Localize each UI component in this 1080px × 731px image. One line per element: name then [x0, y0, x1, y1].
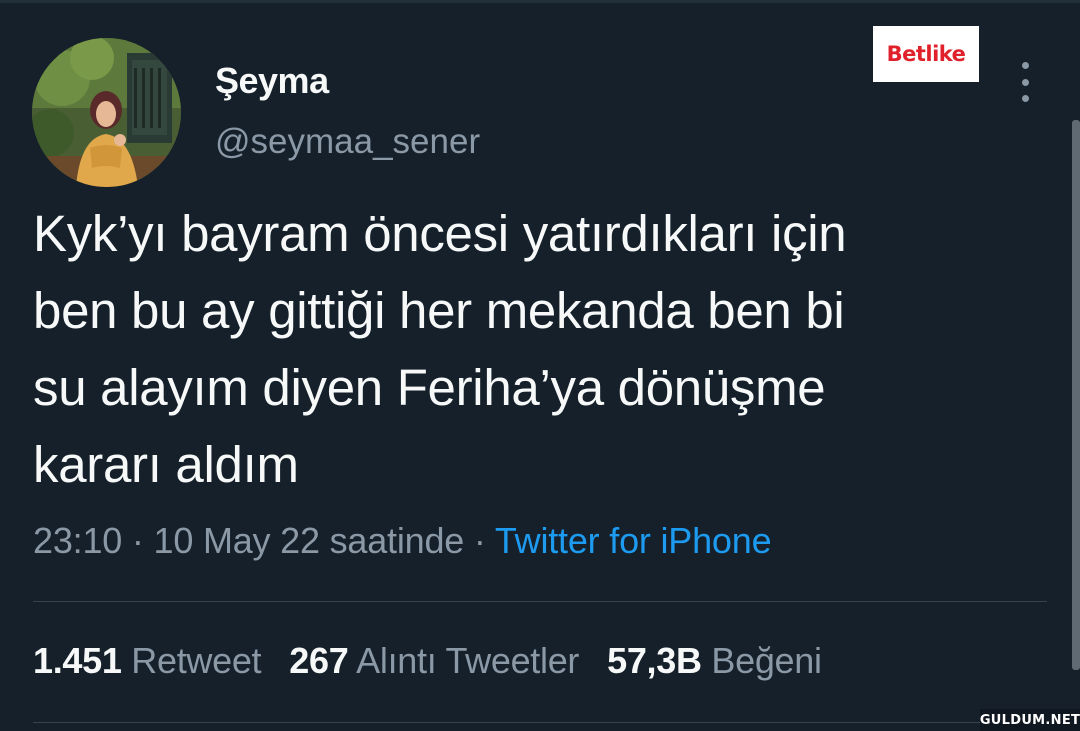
site-watermark: GULDUM.NET: [980, 709, 1080, 731]
avatar[interactable]: [32, 38, 181, 187]
quotes-label: Alıntı Tweetler: [356, 640, 580, 681]
likes-stat[interactable]: 57,3B Beğeni: [607, 640, 822, 681]
likes-count: 57,3B: [607, 640, 702, 681]
tweet-date[interactable]: 10 May 22 saatinde: [154, 520, 465, 561]
tweet-screenshot: Şeyma @seymaa_sener Betlike Kyk’yı bayra…: [0, 0, 1080, 731]
tweet-line: ben bu ay gittiği her mekanda ben bi: [33, 282, 845, 339]
user-handle[interactable]: @seymaa_sener: [215, 122, 480, 162]
display-name[interactable]: Şeyma: [215, 60, 329, 102]
tweet-line: kararı aldım: [33, 436, 299, 493]
retweets-label: Retweet: [131, 640, 262, 681]
retweets-stat[interactable]: 1.451 Retweet: [33, 640, 262, 681]
top-border: [0, 0, 1080, 3]
watermark-logo: Betlike: [873, 26, 979, 82]
tweet-text: Kyk’yı bayram öncesi yatırdıkları için b…: [33, 195, 1043, 503]
more-options-button[interactable]: [1008, 62, 1042, 102]
profile-photo-icon: [32, 38, 181, 187]
divider: [33, 722, 1047, 723]
tweet-source-link[interactable]: Twitter for iPhone: [495, 520, 772, 561]
likes-label: Beğeni: [711, 640, 822, 681]
tweet-line: su alayım diyen Feriha’ya dönüşme: [33, 359, 826, 416]
tweet-line: Kyk’yı bayram öncesi yatırdıkları için: [33, 205, 847, 262]
retweets-count: 1.451: [33, 640, 122, 681]
meta-separator: ·: [464, 520, 495, 561]
more-dot: [1021, 95, 1029, 102]
watermark-logo-text: Betlike: [886, 42, 966, 66]
more-vertical-icon: [1021, 62, 1029, 69]
tweet-stats: 1.451 Retweet 267 Alıntı Tweetler 57,3B Be…: [33, 640, 822, 682]
divider: [33, 601, 1047, 602]
quotes-count: 267: [289, 640, 349, 681]
quotes-stat[interactable]: 267 Alıntı Tweetler: [289, 640, 579, 681]
tweet-meta: 23:10 · 10 May 22 saatinde · Twitter for…: [33, 520, 772, 562]
tweet-time[interactable]: 23:10: [33, 520, 122, 561]
meta-separator: ·: [122, 520, 154, 561]
scrollbar[interactable]: [1072, 120, 1080, 670]
more-dot: [1021, 78, 1029, 86]
